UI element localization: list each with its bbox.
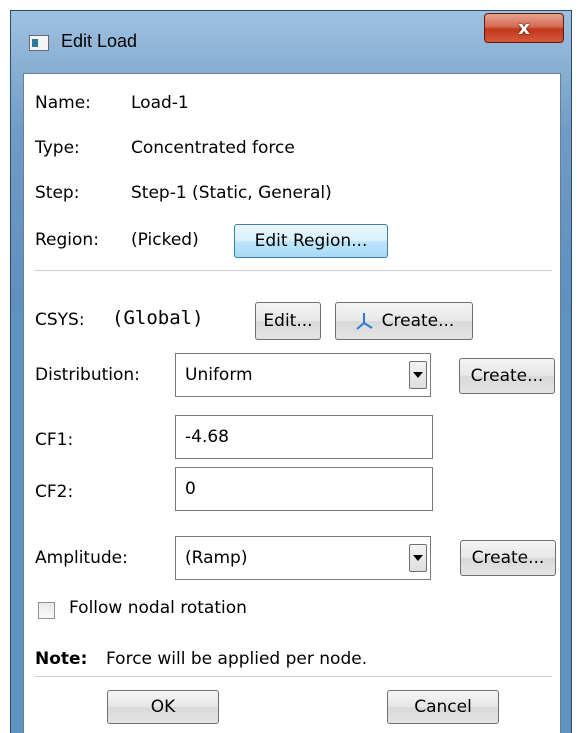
close-icon: x — [518, 17, 530, 39]
distribution-label: Distribution: — [35, 365, 140, 385]
cf2-label: CF2: — [35, 482, 74, 502]
csys-edit-button[interactable]: Edit... — [255, 302, 321, 340]
csys-label: CSYS: — [35, 310, 85, 330]
amplitude-label: Amplitude: — [35, 548, 128, 568]
ok-button[interactable]: OK — [107, 690, 219, 724]
cf2-value: 0 — [185, 479, 196, 499]
cf1-label: CF1: — [35, 430, 74, 450]
amplitude-value: (Ramp) — [185, 548, 248, 568]
csys-create-button[interactable]: Create... — [335, 302, 473, 340]
follow-rotation-checkbox[interactable] — [38, 602, 55, 619]
distribution-value: Uniform — [185, 365, 253, 385]
amplitude-select[interactable]: (Ramp) — [175, 536, 431, 580]
edit-region-button[interactable]: Edit Region... — [234, 224, 388, 258]
region-value: (Picked) — [131, 230, 199, 250]
separator — [34, 270, 552, 271]
step-value: Step-1 (Static, General) — [131, 183, 332, 203]
cf1-value: -4.68 — [185, 427, 229, 447]
window-title: Edit Load — [61, 31, 138, 51]
cf1-input[interactable]: -4.68 — [175, 415, 433, 459]
dialog-content: Name: Load-1 Type: Concentrated force St… — [23, 73, 561, 733]
csys-create-label: Create... — [381, 311, 455, 331]
csys-value: (Global) — [112, 307, 204, 329]
cf2-input[interactable]: 0 — [175, 467, 433, 511]
name-label: Name: — [35, 93, 91, 113]
follow-rotation-label: Follow nodal rotation — [69, 598, 247, 618]
app-icon — [29, 35, 49, 51]
close-button[interactable]: x — [484, 13, 564, 43]
name-value: Load-1 — [131, 93, 189, 113]
axes-icon — [355, 313, 373, 330]
chevron-down-icon[interactable] — [409, 544, 427, 572]
type-value: Concentrated force — [131, 138, 295, 158]
region-label: Region: — [35, 230, 99, 250]
cancel-button[interactable]: Cancel — [387, 690, 499, 724]
step-label: Step: — [35, 183, 80, 203]
chevron-down-icon[interactable] — [409, 361, 427, 389]
distribution-create-button[interactable]: Create... — [459, 358, 555, 394]
dialog-window: Edit Load x Name: Load-1 Type: Concentra… — [10, 10, 572, 733]
type-label: Type: — [35, 138, 80, 158]
separator — [34, 676, 552, 677]
title-bar[interactable]: Edit Load x — [11, 11, 571, 73]
amplitude-create-button[interactable]: Create... — [460, 540, 556, 576]
note-text: Force will be applied per node. — [106, 649, 368, 669]
note-prefix: Note: — [35, 649, 88, 669]
distribution-select[interactable]: Uniform — [175, 353, 431, 397]
